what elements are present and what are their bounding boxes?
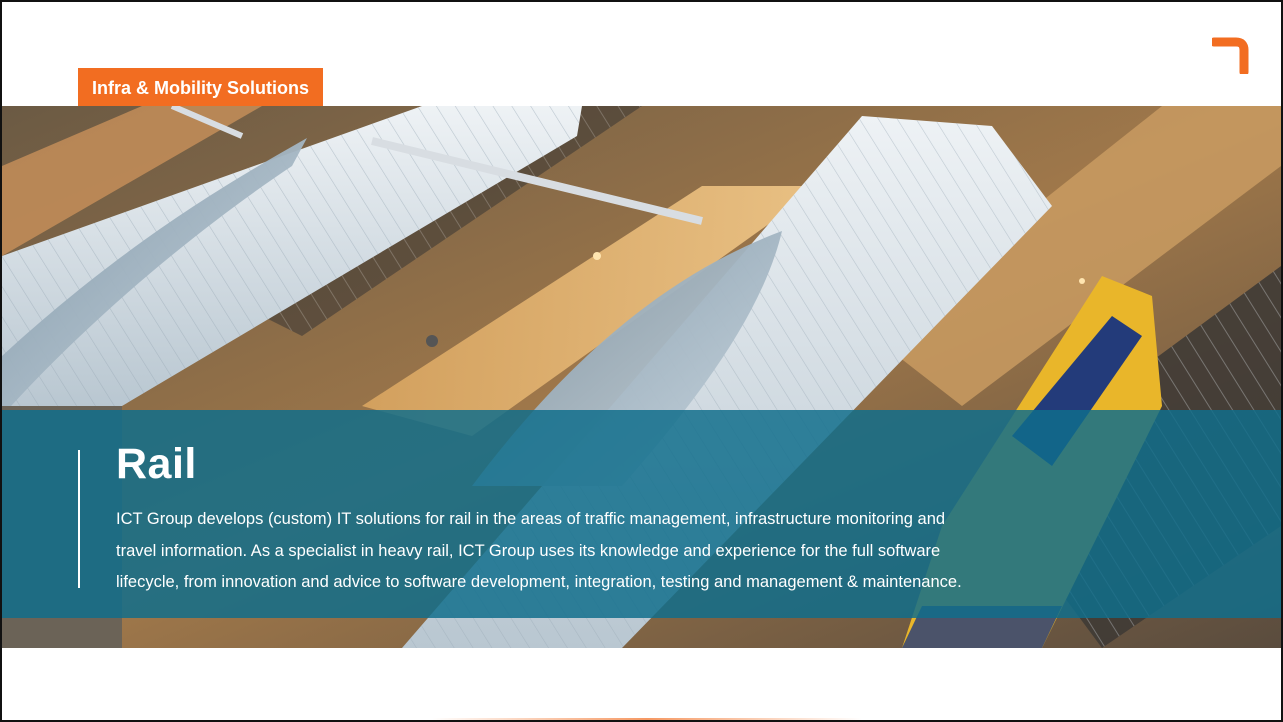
slide: Infra & Mobility Solutions Rail ICT Grou… [0,0,1283,722]
section-title: Rail [116,440,197,488]
section-description: ICT Group develops (custom) IT solutions… [116,504,1116,599]
description-line: travel information. As a specialist in h… [116,541,941,560]
category-tag: Infra & Mobility Solutions [78,68,323,106]
description-line: lifecycle, from innovation and advice to… [116,573,962,591]
overlay-divider [78,450,80,588]
description-line: ICT Group develops (custom) IT solutions… [116,510,946,528]
bottom-accent-line [432,718,862,720]
content-overlay: Rail ICT Group develops (custom) IT solu… [2,410,1281,618]
category-tag-label: Infra & Mobility Solutions [92,78,309,98]
corner-bracket-logo-icon [1212,37,1249,74]
